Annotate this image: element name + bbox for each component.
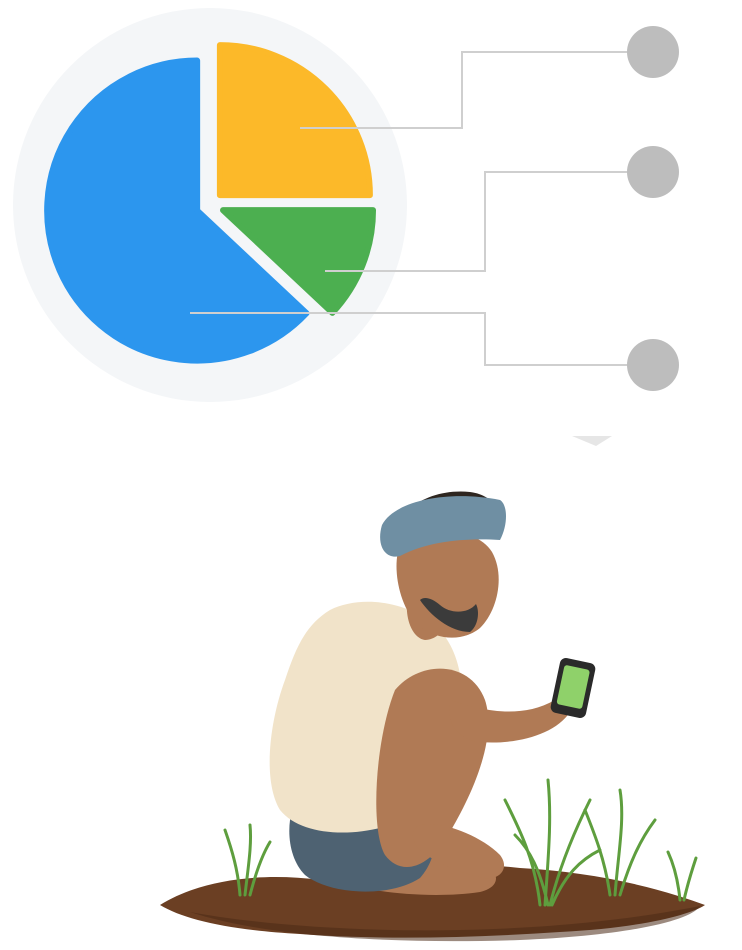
legend-marker-1 [627,26,679,78]
legend-marker-2 [627,146,679,198]
legend-marker-3 [627,339,679,391]
infographic [0,0,742,950]
farmer-illustration [160,436,705,942]
speech-tail [572,436,612,446]
pie-chart [13,8,679,402]
legend-markers [627,26,679,391]
